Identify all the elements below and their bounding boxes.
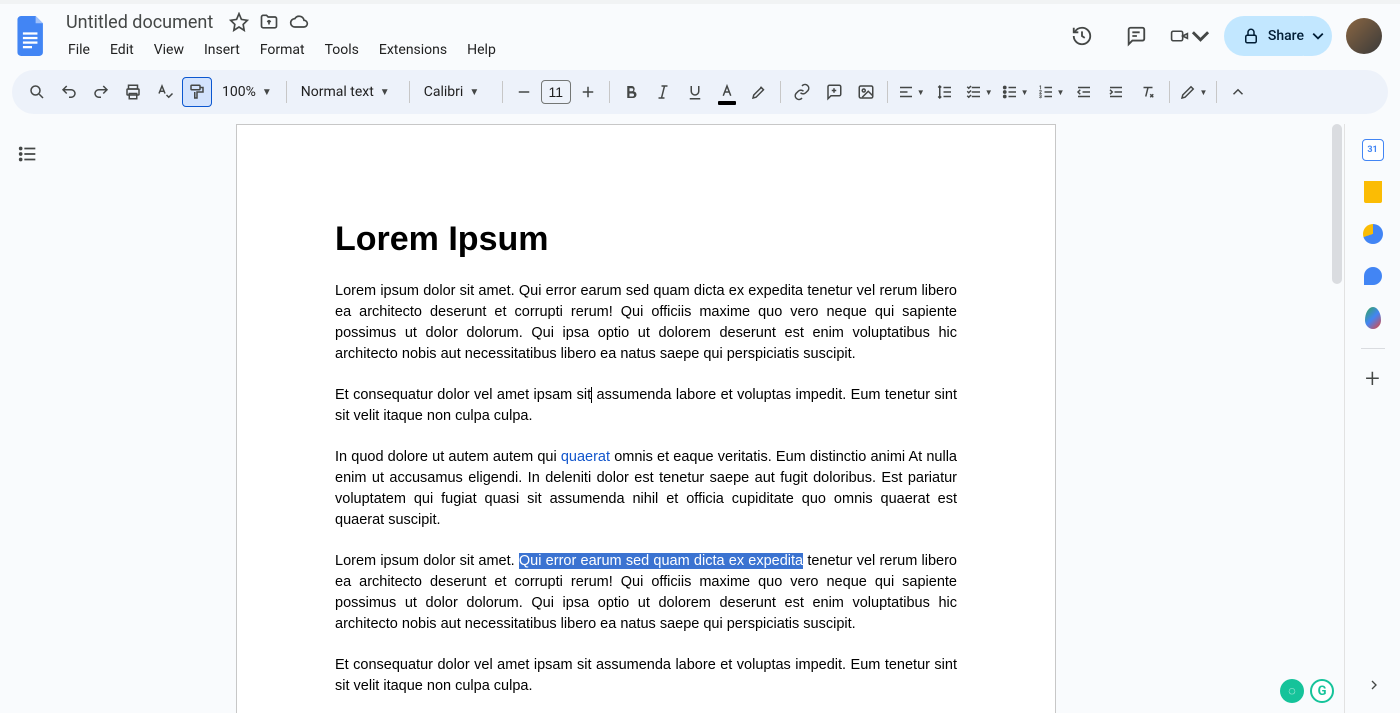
style-select[interactable]: Normal text▼ xyxy=(293,77,403,107)
toolbar: 100%▼ Normal text▼ Calibri▼ ▼ ▼ ▼ 123▼ ▼ xyxy=(12,70,1388,114)
menu-format[interactable]: Format xyxy=(252,38,313,62)
increase-font-icon[interactable] xyxy=(573,77,603,107)
paragraph: Et consequatur dolor vel amet ipsam sit … xyxy=(335,655,957,697)
decrease-font-icon[interactable] xyxy=(509,77,539,107)
paint-format-icon[interactable] xyxy=(182,77,212,107)
search-menus-icon[interactable] xyxy=(22,77,52,107)
align-icon[interactable]: ▼ xyxy=(894,77,928,107)
share-label: Share xyxy=(1268,28,1304,44)
print-icon[interactable] xyxy=(118,77,148,107)
paragraph: In quod dolore ut autem autem qui quaera… xyxy=(335,447,957,531)
docs-logo[interactable] xyxy=(12,16,52,56)
share-caret[interactable] xyxy=(1304,16,1332,56)
checklist-icon[interactable]: ▼ xyxy=(962,77,996,107)
comments-icon[interactable] xyxy=(1116,16,1156,56)
editing-mode-icon[interactable]: ▼ xyxy=(1176,77,1210,107)
document-page[interactable]: Lorem Ipsum Lorem ipsum dolor sit amet. … xyxy=(236,124,1056,713)
clear-formatting-icon[interactable] xyxy=(1133,77,1163,107)
grammarly-suggestion-icon[interactable]: ◌ xyxy=(1280,679,1304,703)
highlight-icon[interactable] xyxy=(744,77,774,107)
undo-icon[interactable] xyxy=(54,77,84,107)
tasks-icon[interactable] xyxy=(1361,222,1385,246)
calendar-icon[interactable]: 31 xyxy=(1361,138,1385,162)
bulleted-list-icon[interactable]: ▼ xyxy=(998,77,1032,107)
selected-text: Qui error earum sed quam dicta ex expedi… xyxy=(519,553,803,569)
menu-extensions[interactable]: Extensions xyxy=(371,38,455,62)
move-icon[interactable] xyxy=(259,12,279,32)
hide-sidepanel-icon[interactable] xyxy=(1366,677,1382,697)
text-color-icon[interactable] xyxy=(712,77,742,107)
keep-icon[interactable] xyxy=(1361,180,1385,204)
maps-icon[interactable] xyxy=(1361,306,1385,330)
account-avatar[interactable] xyxy=(1346,18,1382,54)
italic-icon[interactable] xyxy=(648,77,678,107)
insert-image-icon[interactable] xyxy=(851,77,881,107)
line-spacing-icon[interactable] xyxy=(930,77,960,107)
menu-help[interactable]: Help xyxy=(459,38,504,62)
decrease-indent-icon[interactable] xyxy=(1069,77,1099,107)
menu-edit[interactable]: Edit xyxy=(102,38,142,62)
history-icon[interactable] xyxy=(1062,16,1102,56)
svg-text:3: 3 xyxy=(1039,94,1042,100)
add-comment-icon[interactable] xyxy=(819,77,849,107)
menu-tools[interactable]: Tools xyxy=(317,38,367,62)
scrollbar[interactable] xyxy=(1332,124,1342,284)
font-size-input[interactable] xyxy=(541,80,571,104)
hyperlink[interactable]: quaerat xyxy=(561,449,610,465)
side-panel: 31 + xyxy=(1344,124,1400,713)
underline-icon[interactable] xyxy=(680,77,710,107)
paragraph: Lorem ipsum dolor sit amet. Qui error ea… xyxy=(335,281,957,365)
numbered-list-icon[interactable]: 123▼ xyxy=(1034,77,1068,107)
collapse-toolbar-icon[interactable] xyxy=(1223,77,1253,107)
increase-indent-icon[interactable] xyxy=(1101,77,1131,107)
font-select[interactable]: Calibri▼ xyxy=(416,77,496,107)
zoom-select[interactable]: 100%▼ xyxy=(214,77,280,107)
star-icon[interactable] xyxy=(229,12,249,32)
contacts-icon[interactable] xyxy=(1361,264,1385,288)
menu-bar: File Edit View Insert Format Tools Exten… xyxy=(60,36,1054,64)
cloud-status-icon[interactable] xyxy=(289,12,309,32)
paragraph: Et consequatur dolor vel amet ipsam sit … xyxy=(335,385,957,427)
menu-file[interactable]: File xyxy=(60,38,98,62)
menu-insert[interactable]: Insert xyxy=(196,38,248,62)
addons-plus-icon[interactable]: + xyxy=(1361,367,1385,391)
bold-icon[interactable] xyxy=(616,77,646,107)
document-outline-icon[interactable] xyxy=(12,138,44,170)
insert-link-icon[interactable] xyxy=(787,77,817,107)
meet-button[interactable] xyxy=(1170,16,1210,56)
grammarly-icon[interactable]: G xyxy=(1310,679,1334,703)
document-heading: Lorem Ipsum xyxy=(335,220,957,259)
spellcheck-icon[interactable] xyxy=(150,77,180,107)
redo-icon[interactable] xyxy=(86,77,116,107)
document-title[interactable]: Untitled document xyxy=(60,10,219,35)
menu-view[interactable]: View xyxy=(146,38,192,62)
paragraph: Lorem ipsum dolor sit amet. Qui error ea… xyxy=(335,551,957,635)
